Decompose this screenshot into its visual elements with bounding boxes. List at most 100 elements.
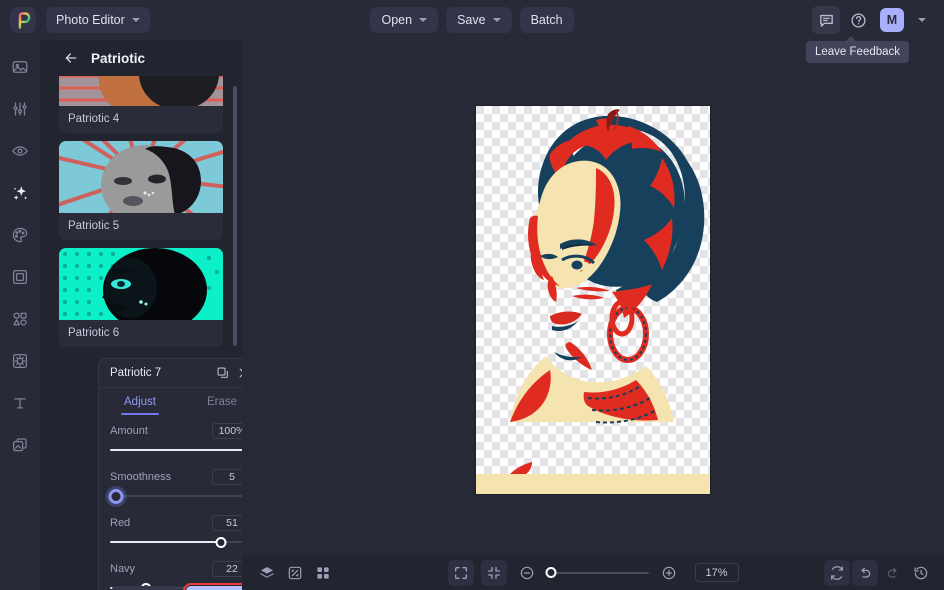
picsart-logo-icon bbox=[15, 11, 32, 29]
avatar-initial: M bbox=[886, 13, 898, 27]
eye-retouch-icon bbox=[11, 142, 29, 160]
cancel-button[interactable]: Cancel bbox=[111, 586, 177, 590]
undo-button[interactable] bbox=[852, 559, 878, 586]
collapse-fullscreen-icon bbox=[486, 565, 502, 581]
sparkle-effects-icon bbox=[11, 184, 30, 203]
rail-item-sticker[interactable] bbox=[5, 346, 35, 376]
reset-button[interactable] bbox=[824, 559, 850, 586]
preset-item-patriotic-6[interactable]: Patriotic 6 bbox=[59, 248, 223, 347]
grid-view-button[interactable] bbox=[310, 560, 336, 586]
rail-item-effects[interactable] bbox=[5, 178, 35, 208]
app-root: Photo Editor Open Save Batch M Leave Fee… bbox=[0, 0, 944, 590]
zoom-slider-track bbox=[546, 571, 649, 574]
slider-group: Amount 100% Smoothness 5 Red 51 Navy 22 bbox=[99, 415, 263, 590]
history-button[interactable] bbox=[908, 560, 934, 586]
tooltip-text: Leave Feedback bbox=[815, 46, 901, 58]
slider-row-amount: Amount 100% bbox=[110, 423, 258, 457]
app-logo-button[interactable] bbox=[10, 7, 36, 33]
canvas-area[interactable] bbox=[242, 40, 944, 555]
layers-copy-icon bbox=[11, 436, 29, 454]
top-bar-right-actions: M bbox=[812, 0, 936, 40]
feedback-button[interactable] bbox=[812, 6, 840, 34]
zoom-slider[interactable] bbox=[545, 566, 649, 580]
slider-knob-red[interactable] bbox=[215, 536, 227, 548]
zoom-slider-knob[interactable] bbox=[545, 567, 556, 578]
flatten-icon bbox=[287, 565, 303, 581]
top-bar: Photo Editor Open Save Batch M bbox=[0, 0, 944, 40]
account-menu-button[interactable] bbox=[908, 6, 936, 34]
slider-knob-smoothness[interactable] bbox=[108, 488, 124, 504]
panel-header: Patriotic bbox=[40, 40, 242, 76]
rail-item-text[interactable] bbox=[5, 388, 35, 418]
preset-scroll-area[interactable]: Patriotic 4 Patriotic 5 Patriotic 6 bbox=[40, 76, 242, 352]
save-label: Save bbox=[457, 13, 486, 27]
chevron-down-icon bbox=[492, 18, 501, 22]
zoom-level-value[interactable]: 17% bbox=[694, 563, 739, 582]
panel-back-button[interactable] bbox=[60, 47, 82, 69]
actual-size-button[interactable] bbox=[480, 559, 507, 586]
rail-item-frame[interactable] bbox=[5, 262, 35, 292]
tab-erase-label: Erase bbox=[206, 395, 238, 408]
rail-item-image[interactable] bbox=[5, 52, 35, 82]
undo-icon bbox=[857, 565, 873, 581]
zoom-out-icon bbox=[519, 565, 535, 581]
app-mode-label: Photo Editor bbox=[56, 13, 125, 27]
avatar[interactable]: M bbox=[880, 8, 904, 32]
slider-label-smoothness: Smoothness bbox=[110, 471, 172, 483]
color-palette-icon bbox=[11, 226, 29, 244]
fit-to-screen-button[interactable] bbox=[447, 559, 474, 586]
bottom-bar: 17% bbox=[242, 555, 944, 590]
batch-label: Batch bbox=[530, 13, 563, 27]
redo-button[interactable] bbox=[880, 560, 906, 586]
help-button[interactable] bbox=[844, 6, 872, 34]
slider-track-fill bbox=[110, 541, 221, 543]
slider-track-bg bbox=[110, 495, 252, 497]
chevron-down-icon bbox=[131, 18, 140, 22]
tab-adjust-label: Adjust bbox=[124, 395, 156, 408]
preset-item-patriotic-5[interactable]: Patriotic 5 bbox=[59, 141, 223, 240]
slider-track-red[interactable] bbox=[110, 535, 252, 549]
slider-row-red: Red 51 bbox=[110, 515, 252, 549]
redo-icon bbox=[885, 565, 901, 581]
frame-border-icon bbox=[11, 268, 29, 286]
flatten-button[interactable] bbox=[282, 560, 308, 586]
adjust-card-header: Patriotic 7 bbox=[99, 359, 263, 388]
tab-adjust[interactable]: Adjust bbox=[99, 388, 181, 415]
grid-view-icon bbox=[315, 565, 331, 581]
rail-item-retouch[interactable] bbox=[5, 136, 35, 166]
duplicate-layers-icon[interactable] bbox=[214, 364, 232, 382]
panel-scrollbar[interactable] bbox=[233, 86, 237, 346]
zoom-in-icon bbox=[661, 565, 677, 581]
adjust-effect-name: Patriotic 7 bbox=[110, 367, 162, 379]
artwork-image bbox=[476, 109, 710, 494]
slider-track-smoothness[interactable] bbox=[108, 488, 252, 504]
preset-label: Patriotic 5 bbox=[68, 220, 120, 232]
app-mode-menu[interactable]: Photo Editor bbox=[46, 7, 150, 33]
slider-track-amount[interactable] bbox=[110, 443, 258, 457]
save-button[interactable]: Save bbox=[446, 7, 512, 33]
open-label: Open bbox=[381, 13, 413, 27]
zoom-in-button[interactable] bbox=[656, 560, 682, 586]
preset-thumbnail bbox=[59, 248, 223, 320]
help-circle-icon bbox=[850, 12, 867, 29]
rail-item-shapes[interactable] bbox=[5, 304, 35, 334]
adjust-card: Patriotic 7 Adjust Erase Amount 100% Smo… bbox=[98, 358, 264, 590]
fit-to-screen-icon bbox=[453, 565, 469, 581]
rail-item-layers[interactable] bbox=[5, 430, 35, 460]
open-button[interactable]: Open bbox=[370, 7, 439, 33]
rail-item-adjust[interactable] bbox=[5, 94, 35, 124]
zoom-out-button[interactable] bbox=[514, 560, 540, 586]
artboard[interactable] bbox=[476, 106, 710, 494]
tool-rail bbox=[0, 40, 40, 590]
image-icon bbox=[11, 58, 29, 76]
batch-button[interactable]: Batch bbox=[519, 7, 574, 33]
adjust-actions: Cancel Apply bbox=[99, 583, 263, 590]
arrow-left-icon bbox=[63, 50, 79, 66]
bottom-bar-right bbox=[824, 559, 934, 586]
rail-item-color[interactable] bbox=[5, 220, 35, 250]
chevron-down-icon bbox=[918, 18, 926, 22]
reset-refresh-icon bbox=[829, 565, 845, 581]
layers-button[interactable] bbox=[254, 560, 280, 586]
preset-thumbnail bbox=[59, 76, 223, 106]
preset-item-patriotic-4[interactable]: Patriotic 4 bbox=[59, 76, 223, 133]
